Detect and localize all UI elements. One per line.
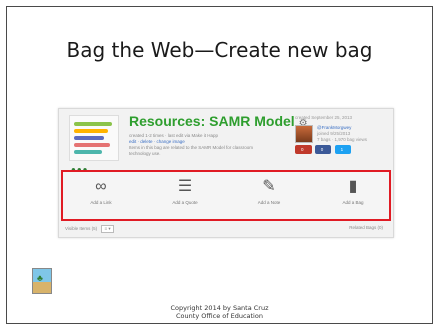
slide-title: Bag the Web—Create new bag bbox=[66, 38, 373, 62]
like-button[interactable]: 0 bbox=[295, 145, 312, 154]
bag-title: Resources: SAMR Model ⚙ bbox=[129, 113, 308, 129]
pencil-icon: ✎ bbox=[262, 178, 276, 195]
user-stats: 7 bags · 1,970 bag views bbox=[317, 137, 368, 142]
slide: Bag the Web—Create new bag ●●● Resources… bbox=[0, 0, 439, 330]
views-button[interactable]: 0 bbox=[314, 145, 332, 154]
user-info: @FrankMorgwey joined 9/25/2013 7 bags · … bbox=[317, 125, 367, 143]
avatar[interactable] bbox=[295, 125, 313, 143]
visible-items-label: Visible Items (5) bbox=[65, 226, 98, 231]
related-bags[interactable]: Related Bags (0) bbox=[349, 225, 383, 230]
like-count: 0 bbox=[301, 147, 304, 152]
copyright-line2: County Office of Education bbox=[176, 312, 263, 320]
social-buttons: 0 0 1 bbox=[295, 145, 353, 154]
link-icon: ∞ bbox=[95, 178, 107, 195]
shares-button[interactable]: 1 bbox=[334, 145, 352, 154]
bag-icon: ▮ bbox=[348, 178, 358, 195]
views-count: 0 bbox=[320, 147, 324, 152]
bag-the-web-screenshot: ●●● Resources: SAMR Model ⚙ created 1-2 … bbox=[58, 108, 394, 238]
created-date: created September 25, 2013 bbox=[295, 115, 353, 120]
list-icon: ☰ bbox=[177, 178, 193, 195]
view-selector[interactable]: ≡ ▾ bbox=[101, 225, 114, 233]
add-link-button[interactable]: ∞ Add a Link bbox=[71, 176, 131, 205]
add-note-button[interactable]: ✎ Add a Note bbox=[239, 176, 299, 205]
bag-title-text: Resources: SAMR Model bbox=[129, 113, 295, 129]
county-logo-icon: ♣ bbox=[32, 268, 52, 294]
bag-thumbnail bbox=[69, 115, 119, 161]
add-bag-label: Add a Bag bbox=[342, 200, 364, 205]
shares-count: 1 bbox=[340, 147, 344, 152]
add-actions-bar: ∞ Add a Link ☰ Add a Quote ✎ Add a Note … bbox=[61, 170, 391, 221]
add-quote-button[interactable]: ☰ Add a Quote bbox=[155, 176, 215, 205]
visible-items: Visible Items (5) ≡ ▾ bbox=[65, 225, 114, 233]
add-quote-label: Add a Quote bbox=[172, 200, 198, 205]
add-note-label: Add a Note bbox=[257, 200, 281, 205]
bag-description-line2: technology use. bbox=[129, 151, 161, 156]
copyright-line1: Copyright 2014 by Santa Cruz bbox=[170, 304, 269, 312]
copyright: Copyright 2014 by Santa Cruz County Offi… bbox=[0, 304, 439, 320]
add-link-label: Add a Link bbox=[90, 200, 112, 205]
tree-icon: ♣ bbox=[37, 273, 43, 283]
bag-meta: created 1-2 times · last edit via Make i… bbox=[129, 133, 253, 157]
add-bag-button[interactable]: ▮ Add a Bag bbox=[323, 176, 383, 205]
